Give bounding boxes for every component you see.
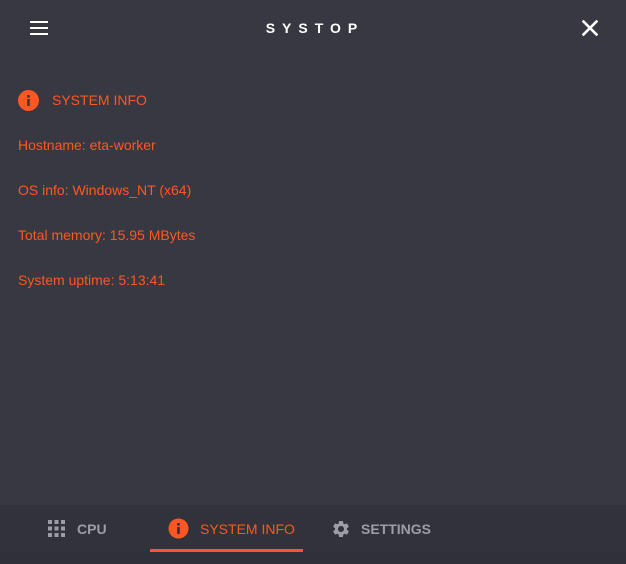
bottom-strip [0, 552, 626, 564]
app-header: SYSTOP [0, 0, 626, 56]
info-icon [168, 518, 189, 539]
bottom-navigation: CPU SYSTEM INFO SETTINGS [0, 505, 626, 552]
os-info-text: OS info: Windows_NT (x64) [18, 182, 192, 198]
tab-settings-label: SETTINGS [361, 520, 432, 537]
tab-system-info[interactable]: SYSTEM INFO [150, 505, 303, 552]
info-icon [18, 89, 39, 111]
tab-system-info-label: SYSTEM INFO [200, 520, 295, 537]
tab-cpu[interactable]: CPU [48, 505, 148, 552]
close-icon [582, 20, 598, 36]
system-uptime-text: System uptime: 5:13:41 [18, 272, 166, 288]
grid-icon [48, 520, 65, 537]
system-info-section-header: SYSTEM INFO [18, 89, 147, 111]
section-title: SYSTEM INFO [52, 92, 147, 108]
gear-icon [333, 520, 349, 537]
close-button[interactable] [574, 12, 606, 44]
tab-settings[interactable]: SETTINGS [331, 505, 451, 552]
tab-cpu-label: CPU [77, 520, 107, 537]
total-memory-text: Total memory: 15.95 MBytes [18, 227, 196, 243]
hostname-text: Hostname: eta-worker [18, 137, 156, 153]
app-title: SYSTOP [265, 20, 365, 36]
app-window: SYSTOP SYSTEM INFO Hostname: eta-worker … [0, 0, 626, 564]
